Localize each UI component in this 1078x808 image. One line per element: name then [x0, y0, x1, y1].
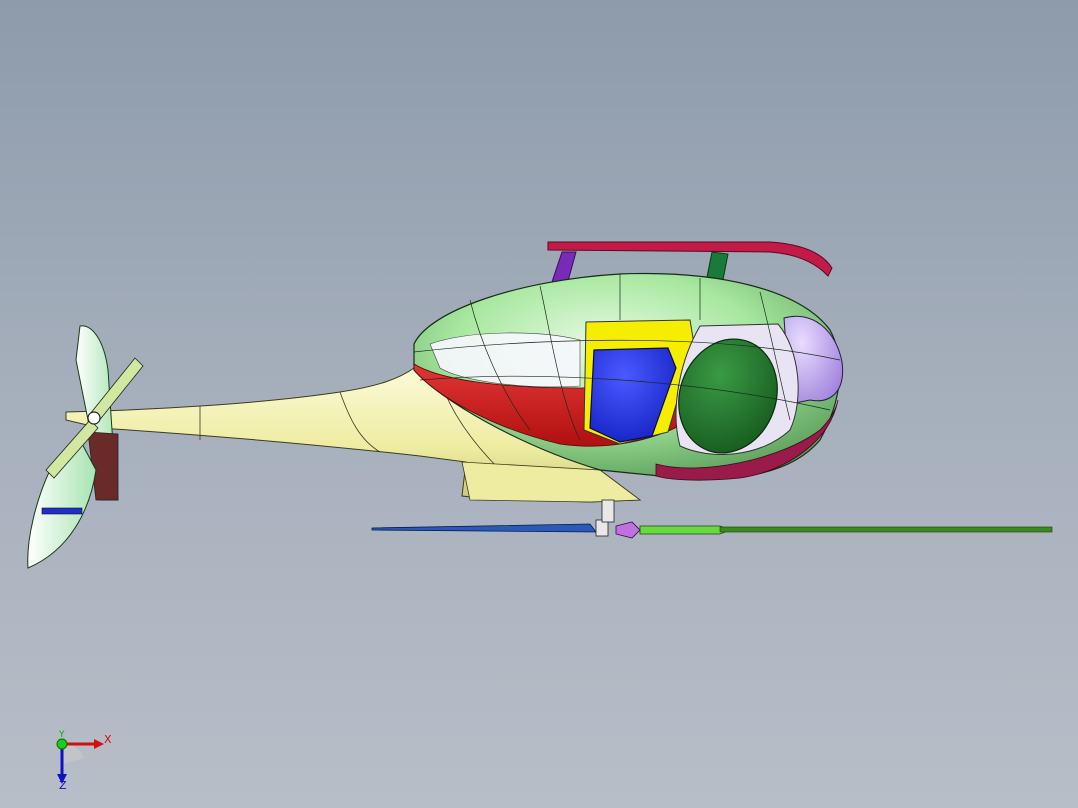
x-axis-label: X	[104, 733, 112, 746]
y-axis-label: Y	[59, 730, 65, 740]
z-axis-label: Z	[59, 779, 67, 792]
helicopter-model[interactable]	[0, 0, 1078, 808]
cad-viewport[interactable]: X Y Z	[0, 0, 1078, 808]
coordinate-triad: X Y Z	[44, 728, 124, 798]
main-rotor-blades	[371, 499, 1053, 539]
triad-axes	[56, 738, 104, 784]
